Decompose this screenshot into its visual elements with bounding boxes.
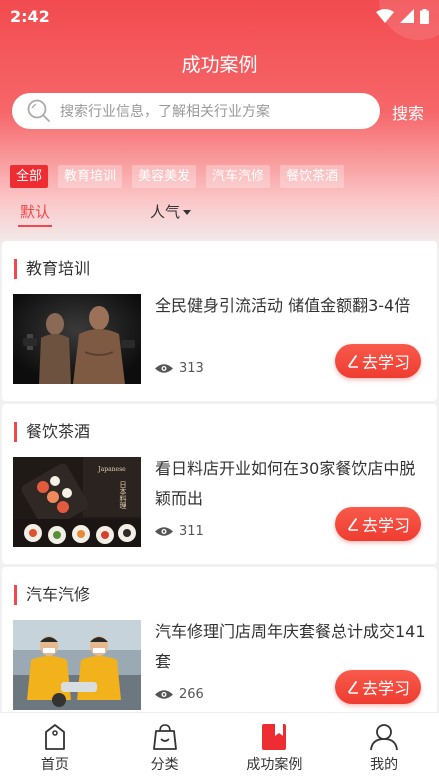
- tab-home[interactable]: 首页: [0, 713, 110, 780]
- page-title: 成功案例: [181, 54, 258, 76]
- sort-popularity-label: 人气: [150, 203, 181, 221]
- study-button-label: 去学习: [361, 353, 410, 372]
- case-card[interactable]: 汽车汽修 汽车修理门店周年庆套餐总计成交141套 266 去学习: [2, 567, 437, 727]
- filter-chip-beauty[interactable]: 美容美发: [132, 165, 197, 188]
- sort-default-tab[interactable]: 默认: [20, 201, 50, 222]
- user-icon: [370, 724, 399, 751]
- pen-icon: [348, 518, 358, 531]
- case-card[interactable]: 教育培训 全民健身引流活动 储值金额翻3-4倍 313 去学习: [2, 241, 437, 401]
- filter-chip-auto[interactable]: 汽车汽修: [206, 165, 271, 188]
- svg-text:Japanese: Japanese: [97, 466, 126, 473]
- card-title[interactable]: 汽车修理门店周年庆套餐总计成交141套: [155, 617, 427, 677]
- pen-icon: [348, 681, 358, 694]
- eye-icon: [155, 527, 173, 536]
- card-views: 266: [155, 687, 204, 702]
- tab-home-label: 首页: [40, 757, 69, 773]
- study-button[interactable]: 去学习: [335, 507, 421, 541]
- view-count: 311: [179, 524, 204, 539]
- sort-popularity-tab[interactable]: 人气: [150, 201, 192, 222]
- card-thumbnail-fitness[interactable]: [13, 294, 141, 384]
- search-input[interactable]: 搜索行业信息，了解相关行业方案: [12, 93, 380, 129]
- tab-mine[interactable]: 我的: [329, 713, 439, 780]
- card-category: 教育培训: [14, 259, 90, 279]
- case-card[interactable]: 餐饮茶酒 Japanese 日本料理 看日料店开业如何在30家餐饮店中脱颖而出 …: [2, 404, 437, 564]
- card-category: 餐饮茶酒: [14, 422, 90, 442]
- bag-icon: [152, 724, 177, 750]
- battery-icon: [420, 8, 429, 24]
- filter-chip-all[interactable]: 全部: [10, 165, 49, 188]
- status-time: 2:42: [10, 6, 50, 26]
- search-placeholder: 搜索行业信息，了解相关行业方案: [60, 104, 270, 120]
- study-button-label: 去学习: [361, 679, 410, 698]
- card-views: 311: [155, 524, 204, 539]
- caret-down-icon: [183, 210, 192, 215]
- bookmark-icon: [262, 724, 287, 750]
- filter-chip-education[interactable]: 教育培训: [58, 165, 123, 188]
- search-icon: [27, 99, 50, 122]
- tab-category[interactable]: 分类: [110, 713, 220, 780]
- filter-chip-food[interactable]: 餐饮茶酒: [280, 165, 345, 188]
- tag-icon: [44, 724, 65, 750]
- study-button[interactable]: 去学习: [335, 670, 421, 704]
- status-icons: [376, 8, 429, 24]
- search-button[interactable]: 搜索: [392, 100, 424, 124]
- card-thumbnail-auto-repair[interactable]: [13, 620, 141, 710]
- card-thumbnail-sushi[interactable]: Japanese 日本料理: [13, 457, 141, 547]
- tab-success-cases[interactable]: 成功案例: [220, 713, 330, 780]
- eye-icon: [155, 690, 173, 699]
- card-title[interactable]: 看日料店开业如何在30家餐饮店中脱颖而出: [155, 454, 427, 514]
- card-category: 汽车汽修: [14, 585, 90, 605]
- view-count: 266: [179, 687, 204, 702]
- bottom-tab-bar: 首页 分类 成功案例 我的: [0, 712, 439, 780]
- card-title[interactable]: 全民健身引流活动 储值金额翻3-4倍: [155, 291, 427, 321]
- status-bar: 2:42: [0, 0, 439, 32]
- category-filter-bar: 全部 教育培训 美容美发 汽车汽修 餐饮茶酒: [10, 165, 345, 188]
- tab-category-label: 分类: [150, 757, 179, 773]
- tab-success-cases-label: 成功案例: [246, 757, 303, 773]
- study-button-label: 去学习: [361, 516, 410, 535]
- sort-active-indicator: [18, 225, 52, 227]
- study-button[interactable]: 去学习: [335, 344, 421, 378]
- pen-icon: [348, 355, 358, 368]
- wifi-icon: [376, 9, 394, 23]
- food-sign-text: 日本料理: [119, 481, 127, 509]
- signal-icon: [400, 9, 414, 23]
- tab-mine-label: 我的: [370, 757, 399, 773]
- view-count: 313: [179, 361, 204, 376]
- eye-icon: [155, 364, 173, 373]
- card-views: 313: [155, 361, 204, 376]
